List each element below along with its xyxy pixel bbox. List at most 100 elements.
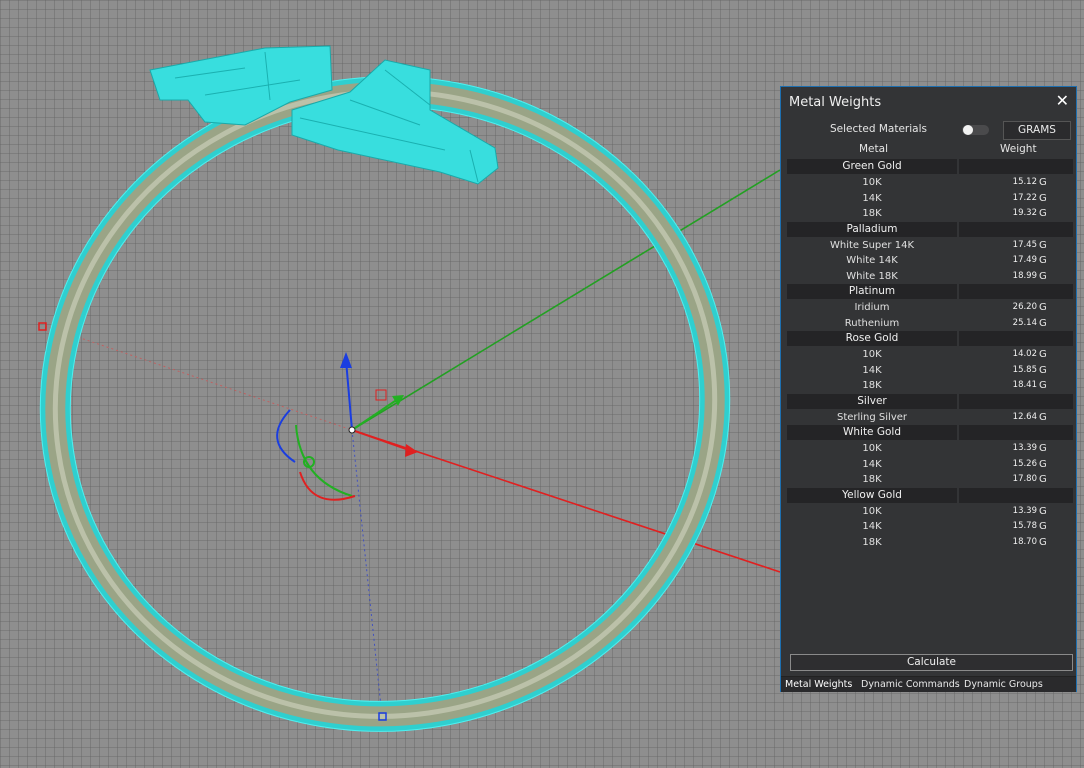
group-name: Palladium xyxy=(787,221,957,237)
table-row: White Super 14K 17.45 G xyxy=(787,238,1073,253)
weight-unit: G xyxy=(1039,521,1047,532)
weight-unit: G xyxy=(1039,458,1047,470)
weight-unit: G xyxy=(1039,317,1047,329)
table-row: 10K 15.12 G xyxy=(787,175,1073,190)
weight-value: 18.41 xyxy=(1012,380,1037,390)
metal-name: White Super 14K xyxy=(829,239,914,251)
weight-value: 18.70 xyxy=(1012,536,1037,547)
group-name: White Gold xyxy=(787,425,957,440)
metal-name: Ruthenium xyxy=(844,317,900,329)
table-row: White 18K 18.99 G xyxy=(787,269,1073,284)
metal-name: White 14K xyxy=(846,255,898,266)
weight-value: 14.02 xyxy=(1012,349,1037,359)
table-row: 18K 17.80 G xyxy=(787,472,1073,487)
weight-unit: G xyxy=(1039,208,1047,219)
group-weight-cell xyxy=(959,159,1073,174)
metal-name: 14K xyxy=(862,192,882,204)
table-row: 18K 19.32 G xyxy=(787,206,1073,221)
weight-value: 15.26 xyxy=(1012,458,1037,469)
weights-table: Green Gold 10K 15.12 G 14K 17.22 G 18K 19.32 G Pal… xyxy=(787,159,1073,550)
weight-value: 13.39 xyxy=(1012,505,1037,516)
tab-dynamic-groups[interactable]: Dynamic Groups xyxy=(964,679,1043,690)
table-row: White 14K 17.49 G xyxy=(787,253,1073,268)
table-header: Metal Weight xyxy=(787,143,1073,157)
weight-value: 17.49 xyxy=(1012,255,1037,265)
weight-value: 13.39 xyxy=(1012,443,1037,453)
weight-unit: G xyxy=(1039,505,1047,517)
group-name: Yellow Gold xyxy=(787,487,957,503)
selected-materials-row: Selected Materials GRAMS xyxy=(781,121,1076,141)
table-row: Ruthenium 25.14 G xyxy=(787,316,1073,331)
metal-name: 14K xyxy=(862,521,882,532)
table-row: 10K 14.02 G xyxy=(787,347,1073,362)
metal-name: 10K xyxy=(862,349,882,360)
metal-name: Sterling Silver xyxy=(836,411,908,423)
col-metal-header: Metal xyxy=(859,143,888,155)
tab-metal-weights[interactable]: Metal Weights xyxy=(785,679,852,690)
table-row: 14K 17.22 G xyxy=(787,191,1073,206)
group-header: White Gold xyxy=(787,425,1073,440)
weight-value: 17.22 xyxy=(1012,192,1037,203)
group-name: Platinum xyxy=(787,284,957,299)
metal-name: 18K xyxy=(862,208,882,219)
weight-unit: G xyxy=(1039,192,1047,204)
calculate-button[interactable]: Calculate xyxy=(790,654,1073,671)
weight-value: 15.85 xyxy=(1012,364,1037,375)
panel-tabs: Metal Weights Dynamic Commands Dynamic G… xyxy=(781,676,1076,692)
group-weight-cell xyxy=(959,487,1073,503)
metal-name: 18K xyxy=(862,474,882,485)
selected-materials-label: Selected Materials xyxy=(830,123,927,135)
group-weight-cell xyxy=(959,393,1073,409)
table-row: Iridium 26.20 G xyxy=(787,300,1073,315)
group-name: Rose Gold xyxy=(787,331,957,346)
metal-name: 18K xyxy=(862,380,882,391)
group-header: Yellow Gold xyxy=(787,487,1073,503)
table-row: 18K 18.41 G xyxy=(787,378,1073,393)
tab-dynamic-commands[interactable]: Dynamic Commands xyxy=(861,679,960,690)
group-weight-cell xyxy=(959,331,1073,346)
weight-unit: G xyxy=(1039,270,1047,282)
weight-unit: G xyxy=(1039,411,1047,423)
weight-unit: G xyxy=(1039,177,1047,188)
group-weight-cell xyxy=(959,284,1073,299)
table-row: 14K 15.78 G xyxy=(787,519,1073,534)
group-header: Platinum xyxy=(787,284,1073,299)
group-header: Rose Gold xyxy=(787,331,1073,346)
metal-name: 10K xyxy=(862,505,882,517)
metal-name: 10K xyxy=(862,443,882,454)
weight-value: 17.80 xyxy=(1012,474,1037,484)
table-row: 10K 13.39 G xyxy=(787,504,1073,519)
units-button[interactable]: GRAMS xyxy=(1003,121,1071,140)
table-row: Sterling Silver 12.64 G xyxy=(787,410,1073,425)
table-row: 10K 13.39 G xyxy=(787,441,1073,456)
weight-unit: G xyxy=(1039,349,1047,360)
weight-value: 19.32 xyxy=(1012,208,1037,218)
group-header: Green Gold xyxy=(787,159,1073,174)
group-name: Silver xyxy=(787,393,957,409)
metal-name: 18K xyxy=(862,536,882,548)
panel-title: Metal Weights xyxy=(789,95,882,110)
weight-unit: G xyxy=(1039,536,1047,548)
table-row: 14K 15.26 G xyxy=(787,457,1073,472)
weight-unit: G xyxy=(1039,364,1047,376)
close-icon[interactable]: ✕ xyxy=(1056,91,1069,110)
group-name: Green Gold xyxy=(787,159,957,174)
weight-unit: G xyxy=(1039,239,1047,251)
metal-weights-panel: Metal Weights ✕ Selected Materials GRAMS… xyxy=(780,86,1077,692)
group-header: Silver xyxy=(787,393,1073,409)
weight-unit: G xyxy=(1039,255,1047,266)
weight-unit: G xyxy=(1039,302,1047,313)
table-row: 14K 15.85 G xyxy=(787,363,1073,378)
metal-name: Iridium xyxy=(854,302,890,313)
group-weight-cell xyxy=(959,425,1073,440)
group-weight-cell xyxy=(959,221,1073,237)
weight-value: 15.12 xyxy=(1012,177,1037,187)
weight-value: 17.45 xyxy=(1012,239,1037,250)
weight-unit: G xyxy=(1039,474,1047,485)
weight-unit: G xyxy=(1039,443,1047,454)
metal-name: 14K xyxy=(862,364,882,376)
weight-value: 25.14 xyxy=(1012,317,1037,328)
metal-name: 14K xyxy=(862,458,882,470)
selected-materials-toggle[interactable] xyxy=(962,125,989,135)
weight-value: 18.99 xyxy=(1012,270,1037,281)
